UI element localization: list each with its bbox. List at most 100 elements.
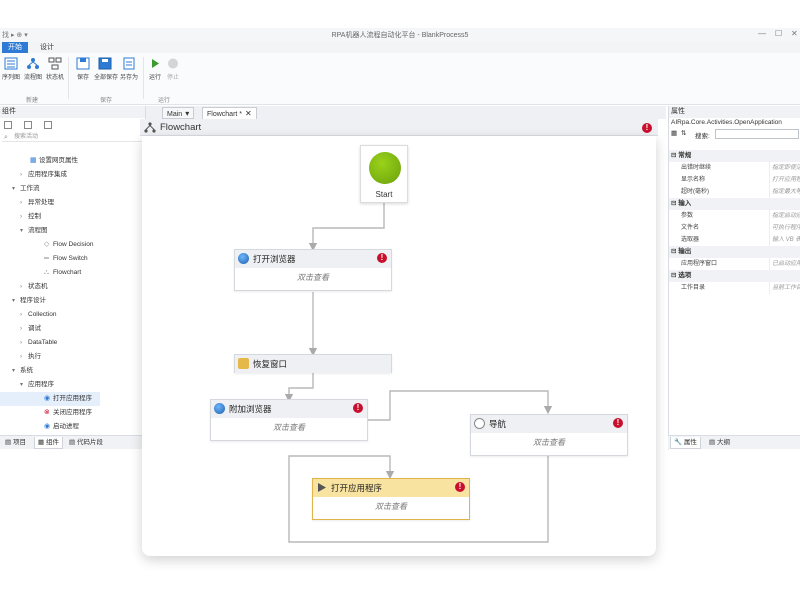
activity-restore-window[interactable]: 恢复窗口: [234, 354, 392, 373]
activity-open-application[interactable]: 打开应用程序 ! 双击查看: [312, 478, 470, 520]
category-general[interactable]: ⊟ 常规: [669, 150, 800, 162]
property-value[interactable]: 指定启动应用: [769, 210, 800, 222]
error-icon[interactable]: !: [377, 253, 387, 263]
close-tab-icon[interactable]: ✕: [245, 109, 252, 118]
property-row[interactable]: 参数 指定启动应用: [669, 210, 800, 222]
caret-icon: ›: [20, 214, 22, 220]
property-row[interactable]: 应用程序窗口 已启动应用程: [669, 258, 800, 270]
tab-project-label: 项目: [12, 439, 26, 446]
category-output[interactable]: ⊟ 输出: [669, 246, 800, 258]
tree-item[interactable]: ◇ Flow Decision: [0, 238, 93, 252]
tree-item[interactable]: ◉ 启动进程: [0, 420, 79, 434]
error-icon[interactable]: !: [642, 123, 652, 133]
tree-item[interactable]: › 调试: [0, 322, 41, 336]
tree-item[interactable]: › 状态机: [0, 280, 48, 294]
compass-icon: [474, 418, 485, 429]
error-icon[interactable]: !: [613, 418, 623, 428]
flowchart-button[interactable]: 流程图: [22, 57, 44, 81]
document-tabs: Main ▾ Flowchart * ✕: [146, 106, 666, 119]
toolbox-search-input[interactable]: ⌕ 搜索活动: [2, 132, 143, 142]
property-name: 选取器: [681, 237, 700, 243]
activity-header: 导航 !: [471, 415, 627, 433]
property-row[interactable]: 文件名 可执行程序的: [669, 222, 800, 234]
filter-icon[interactable]: [44, 121, 52, 129]
window-restore-icon: [238, 358, 249, 369]
tree-item-label: DataTable: [28, 339, 58, 346]
sort-az-icon[interactable]: ⇅: [681, 129, 686, 137]
tab-main[interactable]: Main ▾: [162, 107, 195, 119]
tab-outline[interactable]: ▤ 大纲: [706, 437, 733, 449]
tree-item[interactable]: ◉ 打开应用程序: [0, 392, 100, 406]
collapse-all-icon[interactable]: [24, 121, 32, 129]
property-row[interactable]: 出错时继续 指定即使活动: [669, 162, 800, 174]
tree-item[interactable]: ⊗ 关闭应用程序: [0, 406, 92, 420]
error-icon[interactable]: !: [455, 482, 465, 492]
tab-flowchart[interactable]: Flowchart * ✕: [202, 107, 257, 119]
tree-item[interactable]: ▾ 流程图: [0, 224, 48, 238]
start-node[interactable]: Start: [360, 145, 408, 203]
properties-panel: 属性 AIRpa.Core.Activities.OpenApplication…: [668, 106, 800, 450]
state-machine-button[interactable]: 状态机: [44, 57, 66, 81]
tree-item[interactable]: ▾ 系统: [0, 364, 33, 378]
error-icon[interactable]: !: [353, 403, 363, 413]
save-all-button[interactable]: 全部保存: [94, 57, 118, 81]
activity-attach-browser[interactable]: 附加浏览器 ! 双击查看: [210, 399, 368, 441]
tab-components[interactable]: ▦ 组件: [34, 437, 63, 449]
property-value[interactable]: 可执行程序的: [769, 222, 800, 234]
activity-navigate[interactable]: 导航 ! 双击查看: [470, 414, 628, 456]
property-value[interactable]: 打开应用程序: [769, 174, 800, 186]
property-row[interactable]: 选取器 输入 VB 表达: [669, 234, 800, 246]
caret-icon: ›: [20, 326, 22, 332]
tab-properties[interactable]: 🔧 属性: [670, 437, 701, 449]
property-row[interactable]: 工作目录 当前工作目录: [669, 282, 800, 294]
flowchart-icon: ⛬: [44, 269, 49, 276]
property-value[interactable]: 指定即使活动: [769, 162, 800, 174]
tree-item[interactable]: ▾ 工作流: [0, 182, 40, 196]
flowchart-icon: [27, 58, 39, 69]
tree-item[interactable]: › 控制: [0, 210, 41, 224]
tab-start[interactable]: 开始: [2, 42, 28, 53]
category-label: 常规: [678, 152, 692, 159]
category-input[interactable]: ⊟ 输入: [669, 198, 800, 210]
categorized-icon[interactable]: ▦: [671, 129, 677, 137]
stop-button[interactable]: 停止: [162, 57, 184, 81]
save-button[interactable]: 保存: [72, 57, 94, 81]
property-row[interactable]: 超时(毫秒) 指定最大等待: [669, 186, 800, 198]
tree-item[interactable]: ⛬ Flowchart: [0, 266, 81, 280]
tab-snippets[interactable]: ▤ 代码片段: [66, 437, 106, 449]
properties-title: 属性: [669, 106, 800, 118]
tree-item-label: 工作流: [20, 185, 40, 192]
close-icon[interactable]: ✕: [791, 29, 798, 38]
tree-item[interactable]: ▦ 设置网页属性: [0, 154, 78, 168]
tree-item[interactable]: ═ Flow Switch: [0, 252, 88, 266]
save-label: 保存: [76, 75, 89, 81]
tab-design[interactable]: 设计: [34, 42, 60, 53]
property-value[interactable]: 指定最大等待: [769, 186, 800, 198]
tree-item[interactable]: ▾ 程序设计: [0, 294, 46, 308]
tree-item-label: 执行: [28, 353, 41, 360]
start-circle-icon: [369, 152, 401, 184]
tree-item[interactable]: ▾ 应用程序: [0, 378, 54, 392]
tab-project[interactable]: ▤ 项目: [2, 437, 29, 449]
maximize-icon[interactable]: ☐: [775, 29, 782, 38]
expand-all-icon[interactable]: [4, 121, 12, 129]
property-row[interactable]: 显示名称 打开应用程序: [669, 174, 800, 186]
property-value[interactable]: 当前工作目录: [769, 282, 800, 294]
activity-open-browser[interactable]: 打开浏览器 ! 双击查看: [234, 249, 392, 291]
properties-search-input[interactable]: [715, 129, 799, 139]
tree-item[interactable]: › 执行: [0, 350, 41, 364]
tree-item[interactable]: › 异常处理: [0, 196, 54, 210]
tree-item[interactable]: › 应用程序集成: [0, 168, 67, 182]
minimize-icon[interactable]: —: [758, 29, 766, 38]
sequence-button[interactable]: 序列图: [0, 57, 22, 81]
caret-icon: ›: [20, 284, 22, 290]
tree-item[interactable]: › Collection: [0, 308, 57, 322]
caret-icon: ▾: [12, 368, 16, 374]
property-value[interactable]: 已启动应用程: [769, 258, 800, 270]
property-value[interactable]: 输入 VB 表达: [769, 234, 800, 246]
category-options[interactable]: ⊟ 选项: [669, 270, 800, 282]
chevron-down-icon[interactable]: ▾: [185, 109, 189, 118]
save-as-button[interactable]: 另存为: [118, 57, 140, 81]
tree-item[interactable]: › DataTable: [0, 336, 57, 350]
stop-label: 停止: [166, 75, 179, 81]
